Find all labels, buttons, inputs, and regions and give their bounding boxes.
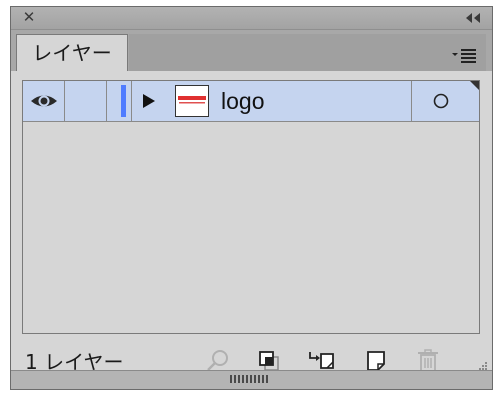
layers-panel: ✕ レイヤー logo 1 レイヤー <box>10 6 493 390</box>
column-separator <box>106 81 107 121</box>
panel-bottom-strip <box>11 370 492 389</box>
target-circle-icon[interactable] <box>433 93 449 109</box>
tab-bar-empty <box>129 34 486 72</box>
layer-name[interactable]: logo <box>221 86 264 116</box>
panel-menu-icon[interactable] <box>450 46 478 66</box>
selection-corner-icon <box>470 81 479 90</box>
layer-row[interactable]: logo <box>23 81 479 122</box>
expand-triangle-icon[interactable] <box>141 93 157 109</box>
layer-color-indicator <box>121 85 126 117</box>
eye-icon[interactable] <box>29 90 59 112</box>
column-separator <box>131 81 132 121</box>
close-icon[interactable]: ✕ <box>21 9 37 25</box>
panel-body: logo 1 レイヤー <box>11 71 492 376</box>
drag-handle-icon[interactable] <box>229 375 273 383</box>
column-separator <box>411 81 412 121</box>
column-separator <box>64 81 65 121</box>
tab-layers[interactable]: レイヤー <box>16 34 128 72</box>
tab-row: レイヤー <box>11 30 492 72</box>
layers-list[interactable]: logo <box>22 80 480 334</box>
panel-titlebar[interactable]: ✕ <box>11 7 492 30</box>
logo-thumbnail-icon <box>175 85 209 117</box>
double-chevron-left-icon[interactable] <box>464 12 482 24</box>
